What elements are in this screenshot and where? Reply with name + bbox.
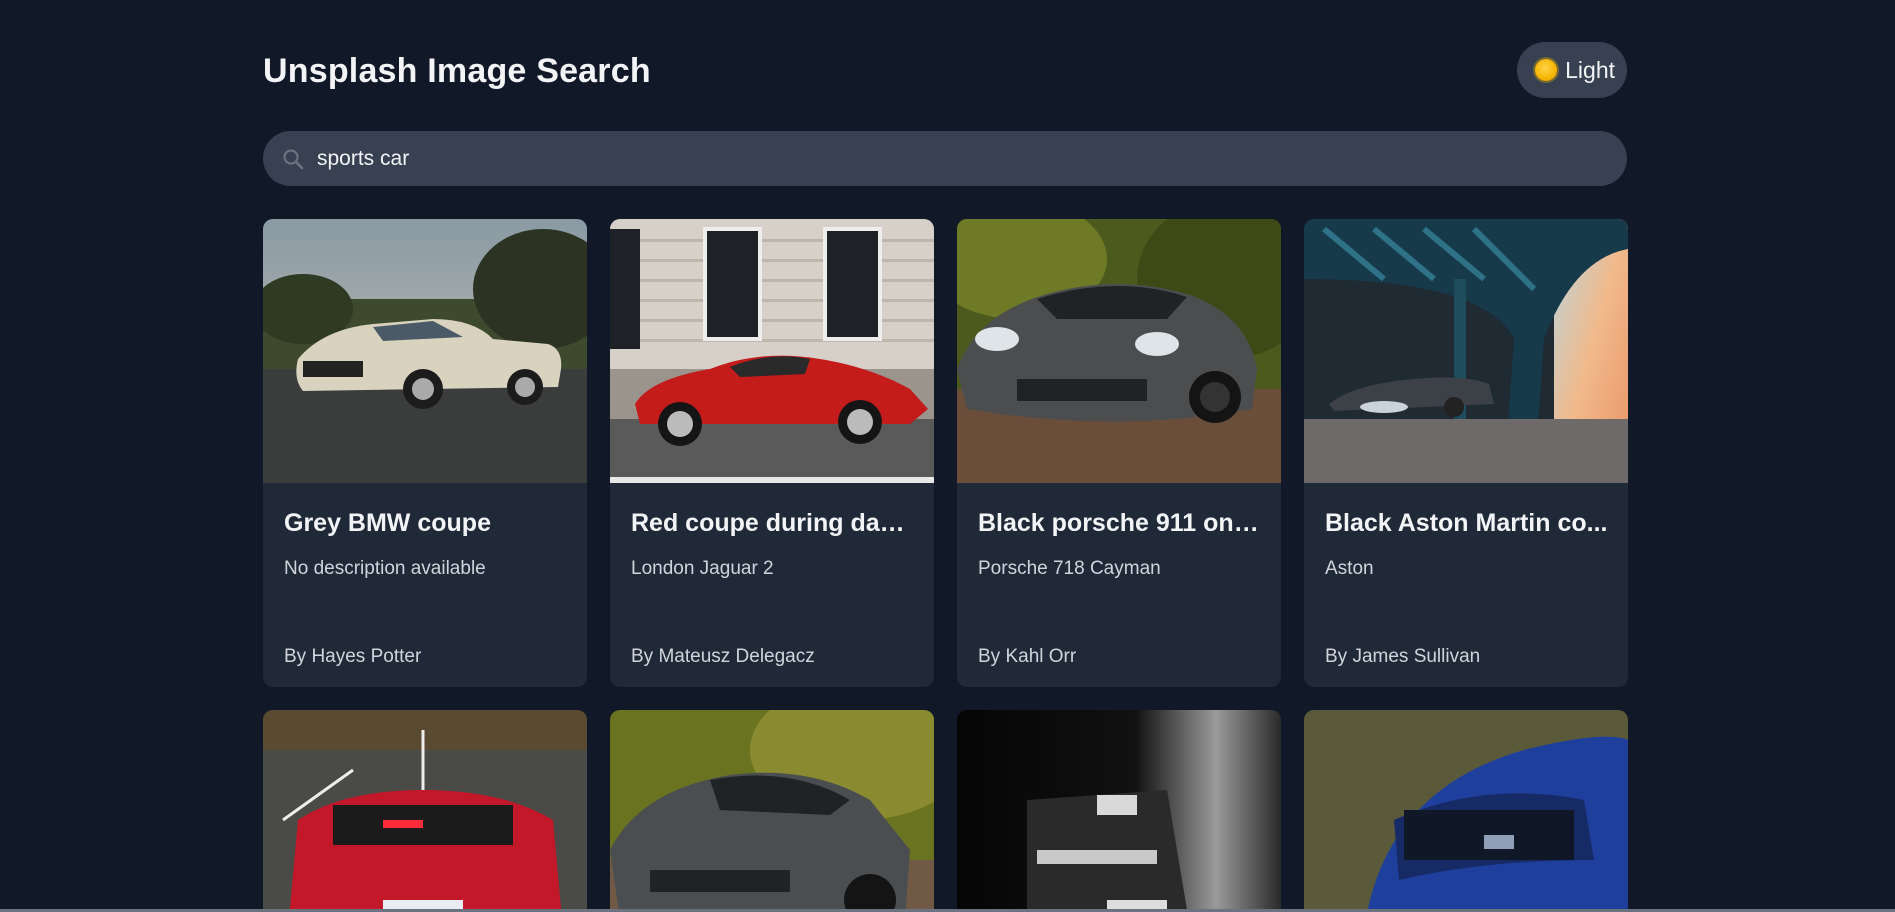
card-author: By Mateusz Delegacz	[631, 646, 815, 667]
card-image	[263, 710, 587, 912]
card-title: Black porsche 911 on r...	[978, 509, 1263, 537]
result-card[interactable]	[1304, 710, 1628, 912]
card-image	[610, 219, 934, 483]
card-image	[957, 710, 1281, 912]
card-author: By Kahl Orr	[978, 646, 1077, 667]
result-card[interactable]: Red coupe during dayt... London Jaguar 2…	[610, 219, 934, 687]
search-input[interactable]	[317, 131, 1597, 186]
card-image	[1304, 710, 1628, 912]
card-title: Red coupe during dayt...	[631, 509, 916, 537]
card-image	[263, 219, 587, 483]
card-description: Porsche 718 Cayman	[978, 558, 1161, 579]
results-grid: Grey BMW coupe No description available …	[263, 219, 1628, 912]
result-card[interactable]: Grey BMW coupe No description available …	[263, 219, 587, 687]
header: Unsplash Image Search Light	[263, 42, 1627, 100]
result-card[interactable]: Black porsche 911 on r... Porsche 718 Ca…	[957, 219, 1281, 687]
card-image	[1304, 219, 1628, 483]
theme-toggle-button[interactable]: Light	[1517, 42, 1627, 98]
card-image	[610, 710, 934, 912]
card-description: No description available	[284, 558, 486, 579]
search-icon	[283, 149, 304, 170]
card-author: By Hayes Potter	[284, 646, 422, 667]
card-title: Black Aston Martin co...	[1325, 509, 1608, 537]
card-image	[957, 219, 1281, 483]
page-title: Unsplash Image Search	[263, 52, 651, 90]
result-card[interactable]	[957, 710, 1281, 912]
card-description: Aston	[1325, 558, 1374, 579]
result-card[interactable]	[263, 710, 587, 912]
result-card[interactable]	[610, 710, 934, 912]
app-page: Unsplash Image Search Light sports car G…	[0, 0, 1895, 912]
theme-toggle-label: Light	[1565, 56, 1615, 83]
result-card[interactable]: Black Aston Martin co... Aston By James …	[1304, 219, 1628, 687]
search-bar[interactable]	[263, 131, 1627, 186]
card-title: Grey BMW coupe	[284, 509, 491, 537]
card-author: By James Sullivan	[1325, 646, 1481, 667]
sun-icon	[1535, 59, 1558, 81]
card-description: London Jaguar 2	[631, 558, 774, 579]
